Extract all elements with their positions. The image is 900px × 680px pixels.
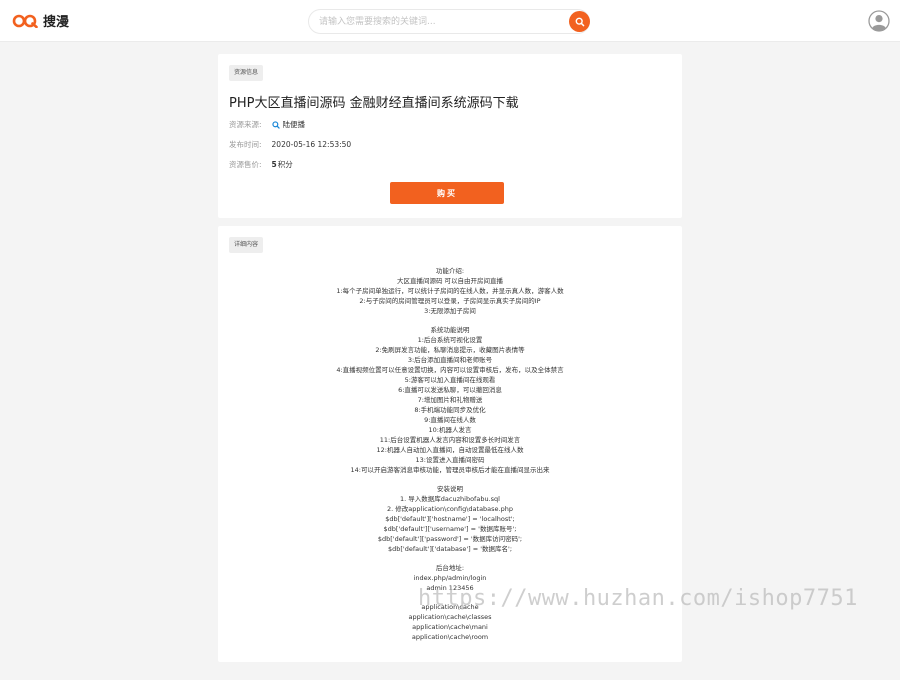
logo-text: 搜漫 bbox=[43, 15, 70, 30]
price-row: 资源售价: 5 积分 bbox=[229, 159, 293, 170]
logo-mark-icon bbox=[12, 14, 38, 28]
detail-line: $db['default']['database'] = '数据库名'; bbox=[387, 545, 513, 553]
detail-line: application\cache\mani bbox=[412, 623, 488, 631]
detail-line: 3:后台添加直播间和老师账号 bbox=[407, 356, 493, 364]
detail-line: 2:免刷屏发言功能，私聊消息提示，收藏图片表情等 bbox=[375, 346, 525, 354]
detail-line: application\cache\classes bbox=[408, 613, 492, 621]
source-value: 陆便播 bbox=[282, 120, 306, 129]
detail-line: 1:后台系统可视化设置 bbox=[417, 336, 483, 344]
detail-line: 6:直播可以发送私聊，可以撤回消息 bbox=[398, 386, 502, 394]
detail-line: 后台地址: bbox=[435, 564, 465, 572]
price-label: 资源售价: bbox=[229, 160, 262, 169]
detail-line: index.php/admin/login bbox=[413, 574, 487, 582]
detail-line: 安装说明 bbox=[437, 485, 463, 493]
detail-line: 7:增加图片和礼物赠送 bbox=[417, 396, 483, 404]
detail-gap bbox=[218, 554, 682, 563]
detail-line: $db['default']['username'] = '数据库账号'; bbox=[383, 525, 517, 533]
detail-line: 12:机器人自动加入直播间，自动设置最低在线人数 bbox=[376, 446, 524, 454]
price-unit: 积分 bbox=[277, 160, 293, 169]
resource-info-card: 资源信息 PHP大区直播间源码 金融财经直播间系统源码下载 资源来源: 陆便播 … bbox=[218, 54, 682, 218]
site-logo[interactable]: 搜漫 bbox=[12, 11, 69, 30]
source-label: 资源来源: bbox=[229, 120, 262, 129]
detail-line: 3:无限添加子房间 bbox=[424, 307, 476, 315]
detail-line: application\cache\room bbox=[411, 633, 489, 641]
date-row: 发布时间: 2020-05-16 12:53:50 bbox=[229, 139, 351, 150]
detail-line: 系统功能说明 bbox=[430, 326, 470, 334]
detail-gap bbox=[218, 475, 682, 484]
search-button[interactable] bbox=[569, 11, 590, 32]
detail-line: 1. 导入数据库dacuzhibofabu.sql bbox=[400, 495, 500, 503]
detail-line: 9:直播间在线人数 bbox=[424, 416, 476, 424]
price-value: 5 bbox=[271, 160, 277, 169]
detail-line: 1:每个子房间单独运行，可以统计子房间的在线人数，并显示真人数，游客人数 bbox=[336, 287, 564, 295]
detail-line: 13:设置进入直播间密码 bbox=[415, 456, 485, 464]
resource-info-tag: 资源信息 bbox=[229, 65, 264, 81]
watermark-text: https://www.huzhan.com/ishop7751 bbox=[418, 586, 858, 611]
detail-gap bbox=[218, 316, 682, 325]
source-link[interactable]: 陆便播 bbox=[271, 119, 306, 130]
search-icon bbox=[575, 17, 584, 26]
user-avatar-icon[interactable] bbox=[868, 10, 890, 32]
date-value: 2020-05-16 12:53:50 bbox=[271, 140, 352, 149]
detail-content-tag: 详细内容 bbox=[229, 237, 264, 253]
price-value-group: 5 积分 bbox=[272, 159, 293, 170]
search-input[interactable] bbox=[319, 13, 559, 31]
detail-line: 2:与子房间的房间管理员可以登录，子房间显示真实子房间的IP bbox=[359, 297, 541, 305]
detail-line: 5:游客可以加入直播间在线观看 bbox=[404, 376, 496, 384]
detail-line: $db['default']['hostname'] = 'localhost'… bbox=[385, 515, 515, 523]
resource-title: PHP大区直播间源码 金融财经直播间系统源码下载 bbox=[229, 96, 519, 111]
detail-line: 2. 修改application\config\database.php bbox=[387, 505, 513, 513]
source-row: 资源来源: 陆便播 bbox=[229, 119, 305, 130]
detail-line: 4:直播视频位置可以任意设置切换，内容可以设置审核后，发布，以及全体禁言 bbox=[336, 366, 564, 374]
top-navigation-bar: 搜漫 bbox=[0, 0, 900, 42]
detail-line: 14:可以开启游客消息审核功能，管理员审核后才能在直播间显示出来 bbox=[350, 466, 550, 474]
date-label: 发布时间: bbox=[229, 140, 262, 149]
detail-line: 11:后台设置机器人发言内容和设置多长时间发言 bbox=[379, 436, 521, 444]
detail-line: 功能介绍: bbox=[435, 267, 465, 275]
detail-line: 大区直播间源码 可以自由开房间直播 bbox=[396, 277, 504, 285]
detail-line: 10:机器人发言 bbox=[428, 426, 472, 434]
detail-line: 8:手机端功能同步及优化 bbox=[414, 406, 486, 414]
buy-button[interactable]: 购买 bbox=[390, 182, 504, 204]
search-icon bbox=[271, 120, 280, 129]
search-bar bbox=[308, 9, 590, 34]
detail-line: $db['default']['password'] = '数据库访问密码'; bbox=[377, 535, 523, 543]
